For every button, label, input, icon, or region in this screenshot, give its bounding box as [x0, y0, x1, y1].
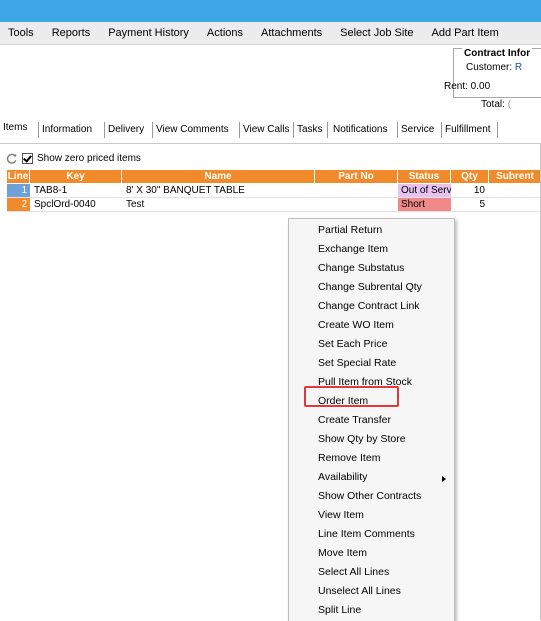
menu-item-create-transfer[interactable]: Create Transfer	[318, 414, 391, 426]
tab-service[interactable]: Service	[401, 124, 434, 135]
row-line-number: 2	[7, 198, 30, 211]
row-qty: 5	[479, 199, 485, 210]
tab-notifications[interactable]: Notifications	[333, 124, 387, 135]
row-divider	[7, 211, 541, 212]
row-qty: 10	[473, 185, 485, 196]
column-header-name[interactable]: Name	[122, 170, 315, 183]
tab-divider	[497, 122, 498, 138]
contract-header-area: Contract Infor Customer: R Rent: 0.00 To…	[0, 45, 541, 118]
items-toolbar: Show zero priced items	[5, 152, 141, 165]
row-subrent	[489, 184, 541, 197]
menu-reports[interactable]: Reports	[43, 27, 100, 39]
menu-actions[interactable]: Actions	[198, 27, 252, 39]
order-item-highlight-box	[304, 386, 399, 407]
menu-item-view-item[interactable]: View Item	[318, 509, 364, 521]
tab-fulfillment[interactable]: Fulfillment	[445, 124, 491, 135]
menu-item-change-substatus[interactable]: Change Substatus	[318, 262, 404, 274]
rent-value: Rent: 0.00	[444, 81, 491, 92]
menu-item-show-qty-by-store[interactable]: Show Qty by Store	[318, 433, 406, 445]
menu-add-part-item[interactable]: Add Part Item	[423, 27, 508, 39]
menu-item-move-item[interactable]: Move Item	[318, 547, 367, 559]
show-zero-priced-checkbox[interactable]	[22, 153, 33, 164]
total-value: (	[507, 99, 512, 110]
tab-divider	[441, 122, 442, 138]
menu-attachments[interactable]: Attachments	[252, 27, 331, 39]
tab-strip: Items Information Delivery View Comments…	[0, 118, 541, 144]
row-status: Out of Serv	[398, 184, 451, 197]
tab-divider	[327, 122, 328, 138]
customer-value[interactable]: R	[515, 62, 522, 73]
tab-divider	[293, 122, 294, 138]
menu-payment-history[interactable]: Payment History	[99, 27, 198, 39]
column-header-status[interactable]: Status	[398, 170, 451, 183]
menu-item-change-contract-link[interactable]: Change Contract Link	[318, 300, 420, 312]
refresh-icon[interactable]	[5, 152, 18, 165]
menu-item-split-line[interactable]: Split Line	[318, 604, 361, 616]
items-panel: Show zero priced items Line Key Name Par…	[0, 144, 541, 620]
menu-bar: Tools Reports Payment History Actions At…	[0, 22, 541, 45]
tab-divider	[38, 122, 39, 138]
row-subrent	[489, 198, 541, 211]
tab-view-comments[interactable]: View Comments	[156, 124, 229, 135]
show-zero-priced-label: Show zero priced items	[37, 153, 141, 164]
column-header-line[interactable]: Line	[7, 170, 30, 183]
tab-tasks[interactable]: Tasks	[297, 124, 323, 135]
title-bar	[0, 0, 541, 22]
tab-delivery[interactable]: Delivery	[108, 124, 144, 135]
tab-view-calls[interactable]: View Calls	[243, 124, 290, 135]
column-header-part-no[interactable]: Part No	[315, 170, 398, 183]
menu-item-remove-item[interactable]: Remove Item	[318, 452, 380, 464]
menu-item-availability[interactable]: Availability	[318, 471, 367, 483]
menu-item-partial-return[interactable]: Partial Return	[318, 224, 382, 236]
menu-item-create-wo-item[interactable]: Create WO Item	[318, 319, 394, 331]
column-header-subrent[interactable]: Subrent	[489, 170, 541, 183]
menu-item-set-special-rate[interactable]: Set Special Rate	[318, 357, 396, 369]
menu-item-change-subrental-qty[interactable]: Change Subrental Qty	[318, 281, 422, 293]
row-line-number: 1	[7, 184, 30, 197]
row-name: 8' X 30" BANQUET TABLE	[126, 185, 245, 196]
row-key: TAB8-1	[34, 185, 68, 196]
tab-items[interactable]: Items	[0, 122, 31, 133]
row-status: Short	[398, 198, 451, 211]
column-header-key[interactable]: Key	[30, 170, 122, 183]
menu-item-set-each-price[interactable]: Set Each Price	[318, 338, 387, 350]
menu-item-unselect-all-lines[interactable]: Unselect All Lines	[318, 585, 401, 597]
submenu-arrow-icon	[442, 476, 446, 482]
menu-select-job-site[interactable]: Select Job Site	[331, 27, 422, 39]
menu-item-show-other-contracts[interactable]: Show Other Contracts	[318, 490, 421, 502]
contract-info-title: Contract Infor	[462, 48, 533, 59]
tab-divider	[152, 122, 153, 138]
context-menu: Partial Return Exchange Item Change Subs…	[288, 218, 455, 621]
customer-label: Customer:	[466, 62, 513, 73]
customer-field: Customer: R	[466, 62, 522, 73]
tab-divider	[239, 122, 240, 138]
menu-item-exchange-item[interactable]: Exchange Item	[318, 243, 388, 255]
row-key: SpclOrd-0040	[34, 199, 96, 210]
row-part-no	[315, 198, 398, 211]
tab-information[interactable]: Information	[42, 124, 92, 135]
column-header-qty[interactable]: Qty	[451, 170, 489, 183]
menu-item-line-item-comments[interactable]: Line Item Comments	[318, 528, 415, 540]
menu-item-select-all-lines[interactable]: Select All Lines	[318, 566, 389, 578]
tab-divider	[104, 122, 105, 138]
row-name: Test	[126, 199, 145, 210]
total-field: Total: (	[481, 99, 511, 110]
menu-tools[interactable]: Tools	[0, 27, 43, 39]
total-label: Total:	[481, 99, 505, 110]
tab-divider	[397, 122, 398, 138]
row-part-no	[315, 184, 398, 197]
